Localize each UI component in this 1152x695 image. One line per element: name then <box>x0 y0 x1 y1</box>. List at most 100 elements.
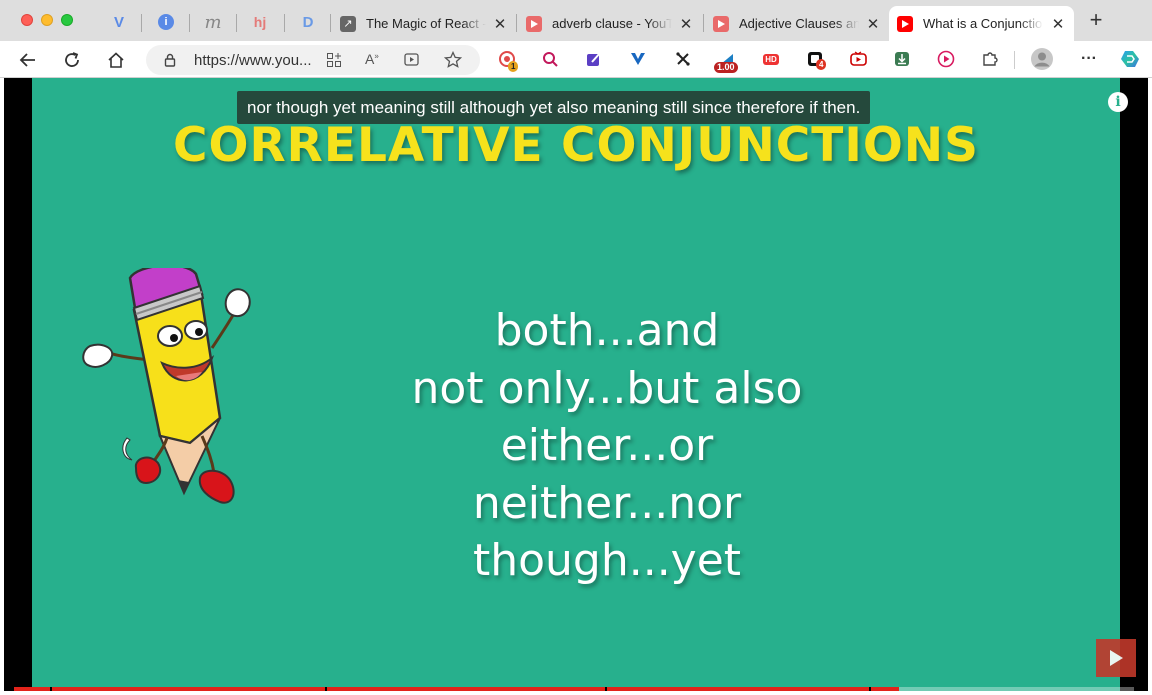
extension-speed[interactable]: 1.00 <box>714 50 738 73</box>
minimize-window-button[interactable] <box>41 14 53 26</box>
d-logo-icon: D <box>302 13 314 31</box>
copilot-icon <box>1121 51 1139 67</box>
video-play-button[interactable] <box>1096 639 1136 677</box>
info-icon: i <box>158 14 174 30</box>
pinned-tab-hj[interactable]: hj <box>246 10 274 34</box>
copilot-button[interactable] <box>1118 48 1142 70</box>
vuetify-icon: V <box>113 13 124 31</box>
close-tab-icon[interactable]: ✕ <box>1050 15 1066 33</box>
tab-separator <box>189 14 190 32</box>
reload-icon <box>65 52 79 67</box>
puzzle-icon <box>983 52 998 66</box>
tab-separator <box>284 14 285 32</box>
conjunction-pairs: both...and not only...but also either...… <box>372 302 842 590</box>
chapter-marker <box>605 687 607 691</box>
youtube-icon <box>897 15 913 32</box>
tab-strip: V i m hj D ↗ The Magic of React - Under … <box>0 0 1152 41</box>
m-logo-icon: m <box>204 11 222 33</box>
progress-fill <box>14 687 899 691</box>
close-tab-icon[interactable]: ✕ <box>678 15 694 33</box>
ellipsis-icon: ··· <box>1081 50 1097 67</box>
slide-title: CORRELATIVE CONJUNCTIONS <box>173 118 979 173</box>
vuetify-icon <box>631 53 645 65</box>
zoom-level-badge: 1.00 <box>714 62 738 73</box>
tab-label: The Magic of React - Under the Hood <box>366 16 486 31</box>
download-icon <box>895 52 909 66</box>
conjunction-pair: either...or <box>500 420 714 471</box>
zoom-window-button[interactable] <box>61 14 73 26</box>
chapter-marker <box>325 687 327 691</box>
youtube-icon <box>713 15 729 32</box>
search-icon <box>543 52 558 67</box>
pinned-tab-d[interactable]: D <box>294 10 322 34</box>
back-button[interactable] <box>16 48 40 72</box>
info-icon[interactable]: i <box>1108 92 1128 112</box>
hd-icon: HD <box>763 53 779 65</box>
extension-hd[interactable]: HD <box>761 50 781 68</box>
extension-badge: 4 <box>816 59 827 70</box>
tab-adjective-clauses[interactable]: Adjective Clauses and Relative Pronouns … <box>705 6 889 41</box>
tab-separator <box>703 14 704 32</box>
tab-separator <box>141 14 142 32</box>
apps-icon[interactable] <box>326 52 342 68</box>
play-icon <box>1110 650 1123 666</box>
extensions-button[interactable] <box>981 50 999 68</box>
tab-label: Adjective Clauses and Relative Pronouns <box>739 16 859 31</box>
tab-separator <box>330 14 331 32</box>
extension-play[interactable] <box>937 50 955 68</box>
close-tab-icon[interactable]: ✕ <box>492 15 508 33</box>
extension-search[interactable] <box>541 50 559 68</box>
tab-adverb-clause[interactable]: adverb clause - YouTube ✕ <box>518 6 702 41</box>
pencil-mascot-image <box>82 268 251 504</box>
new-tab-button[interactable]: + <box>1086 9 1106 31</box>
youtube-icon <box>526 15 542 32</box>
read-aloud-icon[interactable]: A» <box>365 51 379 67</box>
close-window-button[interactable] <box>21 14 33 26</box>
subtitle-caption: nor though yet meaning still although ye… <box>237 91 871 124</box>
home-icon <box>108 52 124 68</box>
tab-label: What is a Conjunction <box>923 16 1043 31</box>
close-tab-icon[interactable]: ✕ <box>865 15 881 33</box>
tab-separator <box>516 14 517 32</box>
extension-pen[interactable] <box>585 50 603 68</box>
extension-download[interactable] <box>893 50 911 68</box>
pinned-tab-m[interactable]: m <box>199 10 227 34</box>
cross-arrows-icon <box>676 52 690 66</box>
extension-video[interactable] <box>849 50 867 68</box>
chapter-marker <box>50 687 52 691</box>
tab-separator <box>236 14 237 32</box>
conjunction-pair: not only...but also <box>411 362 803 414</box>
extension-recorder[interactable]: 1 <box>498 50 519 72</box>
extension-badge: 1 <box>508 61 519 72</box>
conjunction-pair: though...yet <box>472 535 742 586</box>
favorite-star-icon[interactable] <box>444 51 462 69</box>
tab-what-is-a-conjunction[interactable]: What is a Conjunction ✕ <box>889 6 1074 41</box>
url-text: https://www.you... <box>194 52 312 69</box>
reload-button[interactable] <box>60 48 84 72</box>
chapter-marker <box>869 687 871 691</box>
back-arrow-icon <box>19 53 35 67</box>
more-menu-button[interactable]: ··· <box>1078 50 1100 68</box>
play-circle-icon <box>937 50 955 68</box>
toolbar: https://www.you... A» 1 1.00 HD 4 ··· <box>0 41 1152 78</box>
profile-button[interactable] <box>1030 47 1054 71</box>
tab-magic-of-react[interactable]: ↗ The Magic of React - Under the Hood ✕ <box>332 6 516 41</box>
toolbar-divider <box>1014 51 1015 69</box>
pinned-tab-info[interactable]: i <box>152 10 180 34</box>
conjunction-pair: both...and <box>494 305 720 356</box>
tab-label: adverb clause - YouTube <box>552 16 672 31</box>
lock-icon <box>164 53 176 67</box>
extension-dark[interactable]: 4 <box>806 50 827 70</box>
pinned-tab-vuetify[interactable]: V <box>105 10 133 34</box>
extension-cross[interactable] <box>674 50 692 68</box>
video-player-icon <box>849 51 867 66</box>
media-icon[interactable] <box>404 52 421 68</box>
conjunction-pair: neither...nor <box>472 477 742 529</box>
hj-logo-icon: hj <box>253 14 267 30</box>
extension-vuetify[interactable] <box>629 50 647 68</box>
home-button[interactable] <box>104 48 128 72</box>
address-bar[interactable]: https://www.you... A» <box>146 45 480 75</box>
avatar <box>1031 48 1053 70</box>
video-progress-bar[interactable] <box>14 687 1134 691</box>
pen-icon <box>587 52 601 66</box>
